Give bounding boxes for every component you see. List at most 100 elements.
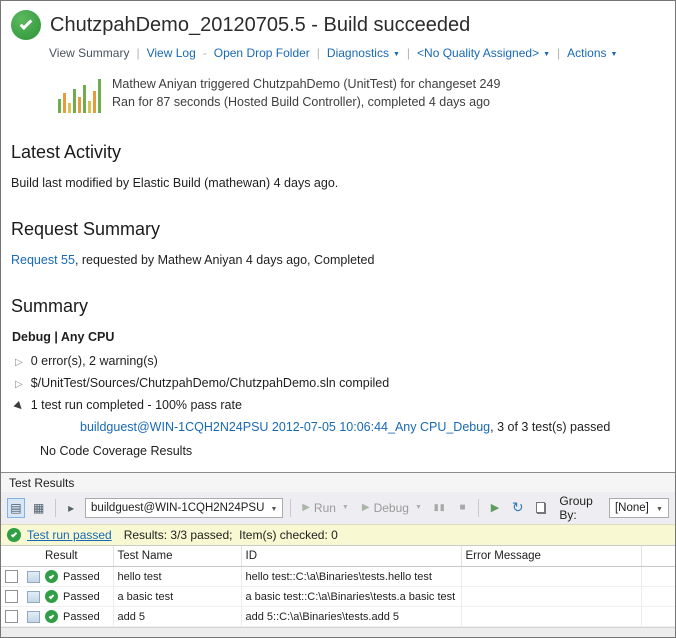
summary-item-solution-compiled[interactable]: $/UnitTest/Sources/ChutzpahDemo/Chutzpah… (15, 372, 675, 394)
nav-actions-dropdown[interactable]: Actions (567, 46, 617, 60)
column-header-test-name[interactable]: Test Name (113, 546, 241, 567)
test-results-toolbar: ▤ ▦ ▸ buildguest@WIN-1CQH2N24PSU ▶Run ▶D… (1, 492, 675, 524)
column-header-id[interactable]: ID (241, 546, 461, 567)
debug-button-disabled[interactable]: ▶Debug (358, 501, 426, 515)
result-value: Passed (63, 591, 100, 603)
latest-activity-text: Build last modified by Elastic Build (ma… (11, 176, 675, 190)
run-play-icon: ▶ (302, 502, 310, 513)
error-message-cell (461, 607, 641, 627)
toolbar-separator (55, 499, 56, 517)
build-duration-line: Ran for 87 seconds (Hosted Build Control… (112, 93, 500, 111)
test-id-cell: a basic test::C:\a\Binaries\tests.a basi… (241, 587, 461, 607)
nav-view-log[interactable]: View Log (147, 46, 196, 60)
run-button-disabled[interactable]: ▶Run (298, 501, 353, 515)
build-summary-window: ChutzpahDemo_20120705.5 - Build succeede… (0, 0, 676, 638)
list-view-icon: ▤ (10, 501, 21, 515)
nav-quality-dropdown[interactable]: <No Quality Assigned> (417, 46, 550, 60)
row-checkbox[interactable] (5, 570, 18, 583)
nav-diagnostics-dropdown[interactable]: Diagnostics (327, 46, 400, 60)
list-view-button[interactable]: ▤ (7, 498, 25, 518)
request-link[interactable]: Request 55 (11, 253, 75, 267)
error-message-cell (461, 567, 641, 587)
request-summary-line: Request 55, requested by Mathew Aniyan 4… (11, 253, 675, 267)
test-result-row[interactable]: Passed hello test hello test::C:\a\Binar… (1, 567, 675, 587)
result-value: Passed (63, 611, 100, 623)
build-nav: View Summary View Log Open Drop Folder D… (49, 46, 675, 60)
error-message-cell (461, 587, 641, 607)
build-info: Mathew Aniyan triggered ChutzpahDemo (Un… (58, 75, 675, 113)
test-run-status-bar: Test run passed Results: 3/3 passed; Ite… (1, 524, 675, 546)
nav-open-drop-folder[interactable]: Open Drop Folder (214, 46, 310, 60)
test-id-cell: add 5::C:\a\Binaries\tests.add 5 (241, 607, 461, 627)
expander-collapsed-icon[interactable] (15, 354, 23, 368)
expander-collapsed-icon[interactable] (15, 376, 23, 390)
no-code-coverage-text: No Code Coverage Results (40, 444, 675, 458)
build-configuration: Debug | Any CPU (12, 330, 675, 344)
toolbar-separator (478, 499, 479, 517)
test-name-cell: hello test (113, 567, 241, 587)
stop-icon: ■ (459, 502, 465, 513)
test-item-icon (27, 571, 40, 583)
nav-separator (407, 46, 410, 60)
hierarchy-view-button[interactable]: ▦ (30, 498, 48, 518)
nav-separator (557, 46, 560, 60)
test-results-panel-title: Test Results (1, 473, 675, 492)
refresh-button[interactable]: ↻ (509, 498, 527, 518)
nav-separator (317, 46, 320, 60)
passed-icon (45, 610, 58, 623)
page-title: ChutzpahDemo_20120705.5 - Build succeede… (50, 14, 470, 37)
request-summary-text: , requested by Mathew Aniyan 4 days ago,… (75, 253, 375, 267)
debug-play-icon: ▶ (362, 502, 370, 513)
column-header-result[interactable]: Result (41, 546, 113, 567)
test-settings-icon: ▸ (68, 501, 74, 515)
row-checkbox[interactable] (5, 590, 18, 603)
stop-button-disabled[interactable]: ■ (454, 498, 472, 518)
test-run-passed-icon (7, 528, 21, 542)
summary-item-errors-warnings[interactable]: 0 error(s), 2 warning(s) (15, 350, 675, 372)
pause-button-disabled[interactable]: ▮▮ (431, 498, 449, 518)
refresh-icon: ↻ (512, 499, 524, 516)
summary-item-test-run[interactable]: 1 test run completed - 100% pass rate (15, 394, 675, 416)
test-run-link[interactable]: buildguest@WIN-1CQH2N24PSU 2012-07-05 10… (80, 420, 490, 434)
summary-item-label: 0 error(s), 2 warning(s) (31, 354, 158, 368)
test-results-table: Result Test Name ID Error Message Passed… (1, 546, 675, 628)
test-settings-button[interactable]: ▸ (62, 498, 80, 518)
group-by-label: Group By: (559, 494, 602, 522)
test-result-row[interactable]: Passed a basic test a basic test::C:\a\B… (1, 587, 675, 607)
test-id-cell: hello test::C:\a\Binaries\tests.hello te… (241, 567, 461, 587)
table-header-row: Result Test Name ID Error Message (1, 546, 675, 567)
test-run-combobox[interactable]: buildguest@WIN-1CQH2N24PSU (85, 498, 283, 518)
toolbar-separator (290, 499, 291, 517)
test-run-detail-line: buildguest@WIN-1CQH2N24PSU 2012-07-05 10… (80, 417, 675, 437)
passed-icon (45, 570, 58, 583)
build-info-text: Mathew Aniyan triggered ChutzpahDemo (Un… (112, 75, 500, 113)
run-checked-tests-button[interactable]: ▶ (486, 498, 504, 518)
latest-activity-heading: Latest Activity (11, 142, 675, 163)
expander-expanded-icon[interactable] (15, 398, 23, 412)
request-summary-heading: Request Summary (11, 219, 675, 240)
test-run-suffix: , 3 of 3 test(s) passed (490, 420, 610, 434)
column-header-error-message[interactable]: Error Message (461, 546, 641, 567)
pause-icon: ▮▮ (434, 502, 446, 513)
test-run-results-text: Results: 3/3 passed; Item(s) checked: 0 (124, 528, 338, 542)
test-results-panel: Test Results ▤ ▦ ▸ buildguest@WIN-1CQH2N… (1, 472, 675, 638)
run-checked-icon: ▶ (491, 501, 499, 514)
build-summary-main: ChutzpahDemo_20120705.5 - Build succeede… (1, 1, 675, 472)
group-by-combobox[interactable]: [None] (609, 498, 669, 518)
summary-heading: Summary (11, 296, 675, 317)
row-checkbox[interactable] (5, 610, 18, 623)
test-name-cell: a basic test (113, 587, 241, 607)
nav-separator (136, 46, 139, 60)
horizontal-scrollbar[interactable] (1, 627, 675, 637)
hierarchy-view-icon: ▦ (33, 501, 44, 515)
nav-view-summary[interactable]: View Summary (49, 46, 129, 60)
test-item-icon (27, 611, 40, 623)
copy-icon (536, 502, 546, 514)
build-history-chart-icon (58, 75, 101, 113)
summary-item-label: 1 test run completed - 100% pass rate (31, 398, 242, 412)
build-header: ChutzpahDemo_20120705.5 - Build succeede… (1, 1, 675, 40)
build-trigger-line: Mathew Aniyan triggered ChutzpahDemo (Un… (112, 75, 500, 93)
copy-results-button[interactable] (532, 498, 550, 518)
test-run-passed-link[interactable]: Test run passed (27, 528, 112, 542)
test-result-row[interactable]: Passed add 5 add 5::C:\a\Binaries\tests.… (1, 607, 675, 627)
